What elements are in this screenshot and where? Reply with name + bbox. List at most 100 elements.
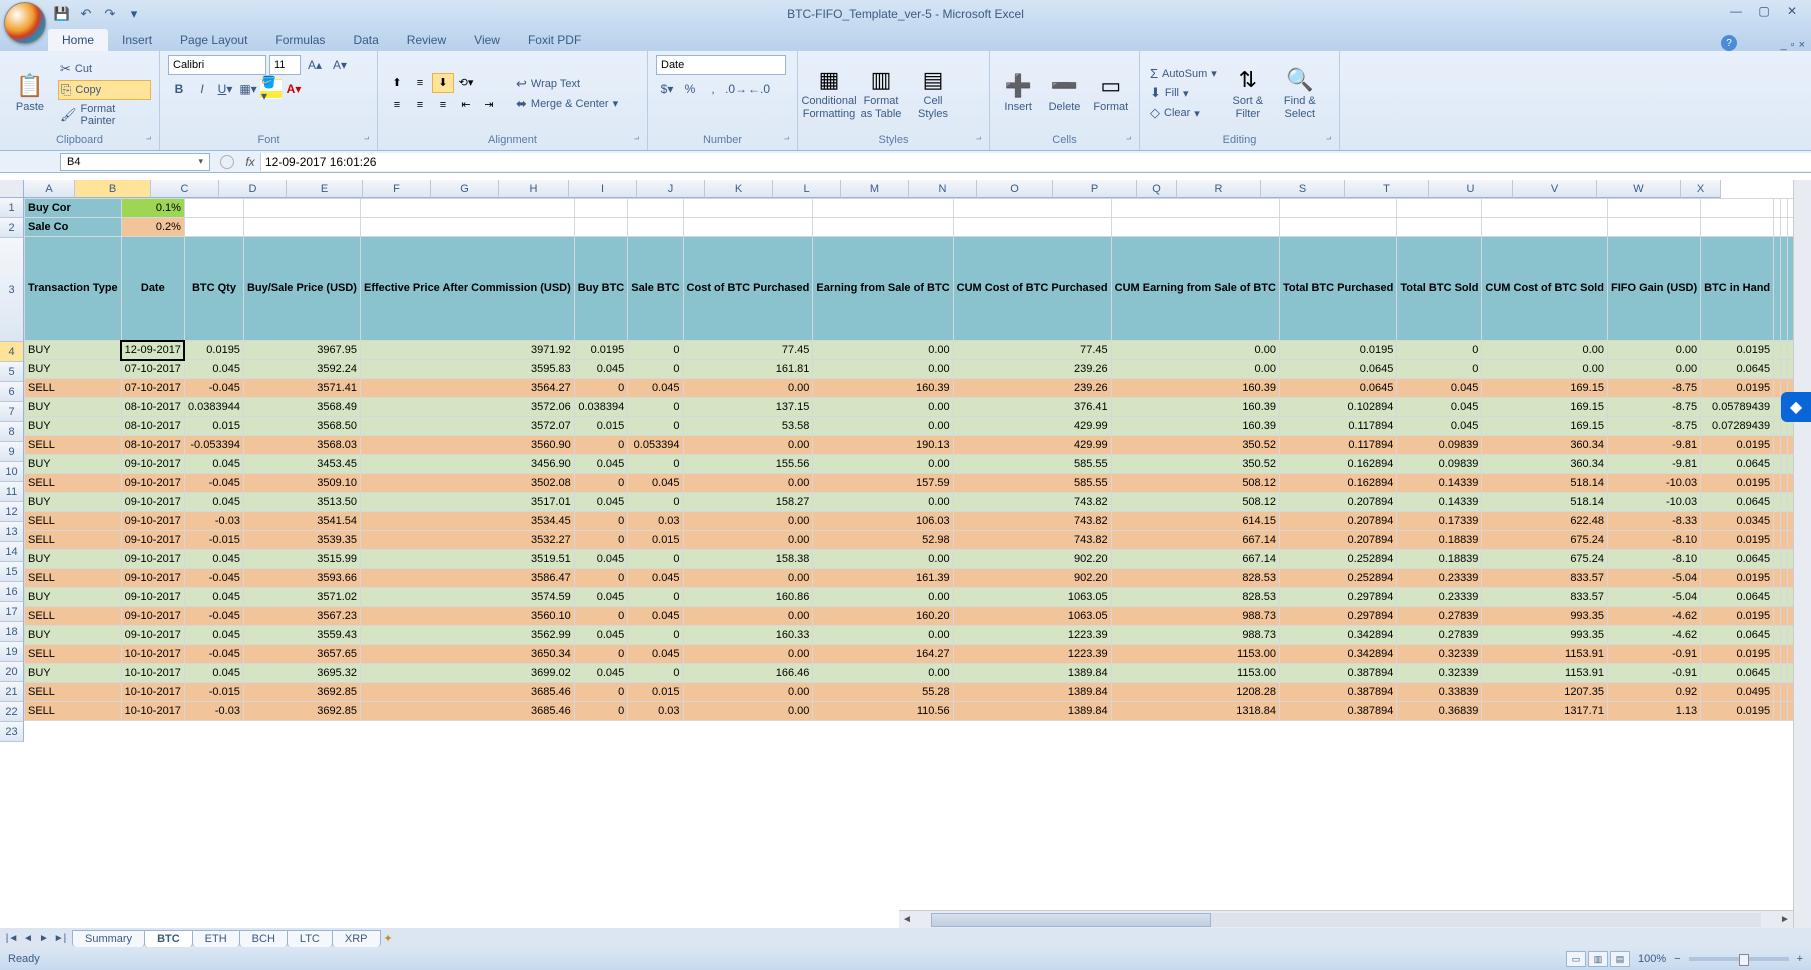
cell-styles-button[interactable]: ▤Cell Styles	[910, 55, 956, 132]
table-row[interactable]: SELL09-10-2017-0.033541.543534.4500.030.…	[25, 512, 1811, 531]
ribbon-minimize-icon[interactable]: _	[1781, 39, 1787, 51]
row-header[interactable]: 3	[0, 238, 24, 342]
maximize-button[interactable]: ▢	[1751, 2, 1777, 20]
column-header[interactable]: O	[977, 180, 1053, 198]
formula-input[interactable]	[260, 153, 1811, 171]
format-cells-button[interactable]: ▭Format	[1091, 55, 1131, 132]
qat-dropdown-icon[interactable]: ▾	[126, 6, 142, 22]
minimize-button[interactable]: —	[1723, 2, 1749, 20]
cut-button[interactable]: ✂Cut	[58, 60, 151, 78]
number-format-select[interactable]	[656, 55, 786, 75]
column-header[interactable]: I	[569, 180, 637, 198]
table-row[interactable]: SELL08-10-2017-0.0533943568.033560.9000.…	[25, 436, 1811, 455]
row-header[interactable]: 19	[0, 642, 24, 662]
name-box[interactable]: B4▾	[60, 153, 210, 171]
help-icon[interactable]: ?	[1721, 35, 1737, 51]
column-header[interactable]: W	[1597, 180, 1681, 198]
row-header[interactable]: 21	[0, 682, 24, 702]
orientation-button[interactable]: ⟲▾	[455, 73, 477, 93]
row-header[interactable]: 10	[0, 462, 24, 482]
sheet-tab-summary[interactable]: Summary	[72, 930, 145, 947]
italic-button[interactable]: I	[191, 79, 213, 99]
row-header[interactable]: 23	[0, 722, 24, 742]
row-header[interactable]: 6	[0, 382, 24, 402]
row-header[interactable]: 5	[0, 362, 24, 382]
paste-button[interactable]: 📋 Paste	[8, 55, 52, 132]
column-header[interactable]: R	[1177, 180, 1261, 198]
select-all-corner[interactable]	[0, 180, 24, 198]
tab-data[interactable]: Data	[339, 29, 392, 51]
table-row[interactable]: BUY09-10-20170.0453515.993519.510.045015…	[25, 550, 1811, 569]
table-row[interactable]: BUY09-10-20170.0453559.433562.990.045016…	[25, 626, 1811, 645]
sheet-nav-last-icon[interactable]: ►|	[52, 933, 68, 944]
format-painter-button[interactable]: 🖌Format Painter	[58, 102, 151, 128]
table-row[interactable]: BUY09-10-20170.0453453.453456.900.045015…	[25, 455, 1811, 474]
merge-center-button[interactable]: ⬌Merge & Center ▾	[514, 95, 620, 113]
sheet-nav-next-icon[interactable]: ►	[36, 933, 52, 944]
insert-cells-button[interactable]: ➕Insert	[998, 55, 1038, 132]
table-row[interactable]: BUY08-10-20170.0153568.503572.070.015053…	[25, 417, 1811, 436]
tab-home[interactable]: Home	[48, 29, 108, 51]
currency-button[interactable]: $▾	[656, 79, 678, 99]
zoom-in-button[interactable]: +	[1797, 953, 1803, 965]
row-header[interactable]: 17	[0, 602, 24, 622]
row-header[interactable]: 1	[0, 198, 24, 218]
row-header[interactable]: 11	[0, 482, 24, 502]
column-header[interactable]: E	[287, 180, 363, 198]
row-header[interactable]: 9	[0, 442, 24, 462]
wrap-text-button[interactable]: ↩Wrap Text	[514, 75, 620, 93]
table-row[interactable]: BUY08-10-20170.03839443568.493572.060.03…	[25, 398, 1811, 417]
sheet-tab-btc[interactable]: BTC	[144, 930, 193, 947]
column-header[interactable]: B	[75, 180, 151, 198]
row-header[interactable]: 16	[0, 582, 24, 602]
page-break-view-button[interactable]: ▤	[1610, 951, 1630, 967]
table-row[interactable]: SELL10-10-2017-0.0453657.653650.3400.045…	[25, 645, 1811, 664]
row-header[interactable]: 18	[0, 622, 24, 642]
tab-insert[interactable]: Insert	[108, 29, 166, 51]
zoom-level[interactable]: 100%	[1638, 953, 1666, 965]
sheet-tab-bch[interactable]: BCH	[239, 930, 288, 947]
column-header[interactable]: U	[1429, 180, 1513, 198]
worksheet-grid[interactable]: ABCDEFGHIJKLMNOPQRSTUVWX 123456789101112…	[0, 180, 1811, 928]
zoom-out-button[interactable]: −	[1674, 953, 1680, 965]
autosum-button[interactable]: ΣAutoSum ▾	[1148, 65, 1219, 82]
column-header[interactable]: X	[1681, 180, 1721, 198]
table-row[interactable]: SELL10-10-2017-0.0153692.853685.4600.015…	[25, 683, 1811, 702]
decrease-indent-button[interactable]: ⇤	[455, 95, 477, 115]
column-header[interactable]: S	[1261, 180, 1345, 198]
table-row[interactable]: BUY09-10-20170.0453571.023574.590.045016…	[25, 588, 1811, 607]
ribbon-close-icon[interactable]: ×	[1799, 39, 1805, 51]
dropbox-badge-icon[interactable]: ◆	[1781, 392, 1811, 422]
table-row[interactable]: SELL09-10-2017-0.0453509.103502.0800.045…	[25, 474, 1811, 493]
zoom-slider[interactable]	[1689, 957, 1789, 961]
increase-indent-button[interactable]: ⇥	[478, 95, 500, 115]
underline-button[interactable]: U▾	[214, 79, 236, 99]
table-row[interactable]: BUY12-09-20170.01953967.953971.920.01950…	[25, 341, 1811, 360]
ribbon-restore-icon[interactable]: ▫	[1791, 39, 1795, 51]
horizontal-scrollbar[interactable]: ◄►	[899, 910, 1793, 928]
table-row[interactable]: BUY07-10-20170.0453592.243595.830.045016…	[25, 360, 1811, 379]
table-row[interactable]: BUY10-10-20170.0453695.323699.020.045016…	[25, 664, 1811, 683]
increase-decimal-button[interactable]: .0→	[725, 79, 747, 99]
row-header[interactable]: 8	[0, 422, 24, 442]
border-button[interactable]: ▦▾	[237, 79, 259, 99]
row-header[interactable]: 2	[0, 218, 24, 238]
save-icon[interactable]: 💾	[54, 6, 70, 22]
column-header[interactable]: N	[909, 180, 977, 198]
font-color-button[interactable]: A▾	[283, 79, 305, 99]
increase-font-icon[interactable]: A▴	[304, 55, 326, 75]
decrease-decimal-button[interactable]: ←.0	[748, 79, 770, 99]
fx-icon[interactable]: fx	[240, 155, 260, 169]
tab-foxit-pdf[interactable]: Foxit PDF	[514, 29, 595, 51]
row-header[interactable]: 20	[0, 662, 24, 682]
find-select-button[interactable]: 🔍Find & Select	[1277, 55, 1323, 132]
table-row[interactable]: BUY09-10-20170.0453513.503517.010.045015…	[25, 493, 1811, 512]
row-header[interactable]: 15	[0, 562, 24, 582]
column-header[interactable]: K	[705, 180, 773, 198]
sheet-tab-eth[interactable]: ETH	[192, 930, 240, 947]
align-right-button[interactable]: ≡	[432, 95, 454, 115]
row-header[interactable]: 14	[0, 542, 24, 562]
font-name-select[interactable]	[168, 55, 266, 75]
tab-page-layout[interactable]: Page Layout	[166, 29, 261, 51]
redo-icon[interactable]: ↷	[102, 6, 118, 22]
